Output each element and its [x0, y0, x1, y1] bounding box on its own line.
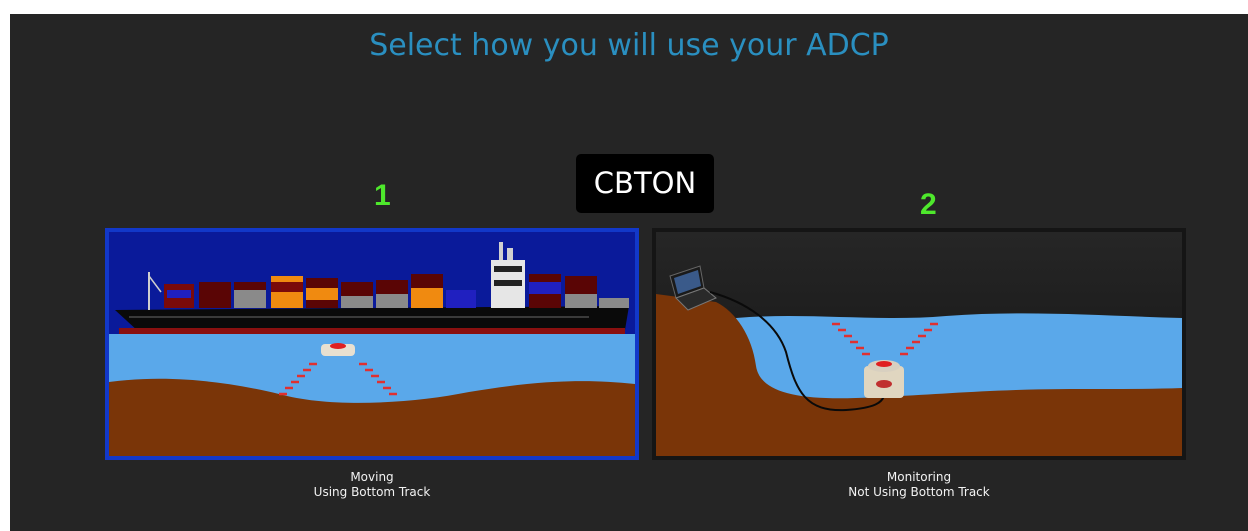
option-moving-caption: Moving Using Bottom Track — [105, 470, 639, 500]
option-monitoring-card[interactable] — [652, 228, 1186, 460]
caption-line-1: Monitoring — [886, 470, 952, 484]
caption-line-2: Not Using Bottom Track — [848, 485, 990, 499]
monitoring-stationary-illustration — [656, 232, 1182, 456]
moving-ship-illustration — [109, 232, 635, 456]
option-monitoring-caption: Monitoring Not Using Bottom Track — [652, 470, 1186, 500]
option-moving-card[interactable] — [105, 228, 639, 460]
app-window: Select how you will use your ADCP CBTON … — [10, 14, 1248, 531]
caption-line-1: Moving — [350, 470, 394, 484]
caption-line-2: Using Bottom Track — [313, 485, 431, 499]
page-title: Select how you will use your ADCP — [369, 28, 889, 63]
option-2-number: 2 — [920, 188, 937, 221]
option-1-number: 1 — [374, 179, 391, 212]
mode-badge: CBTON — [576, 154, 714, 213]
